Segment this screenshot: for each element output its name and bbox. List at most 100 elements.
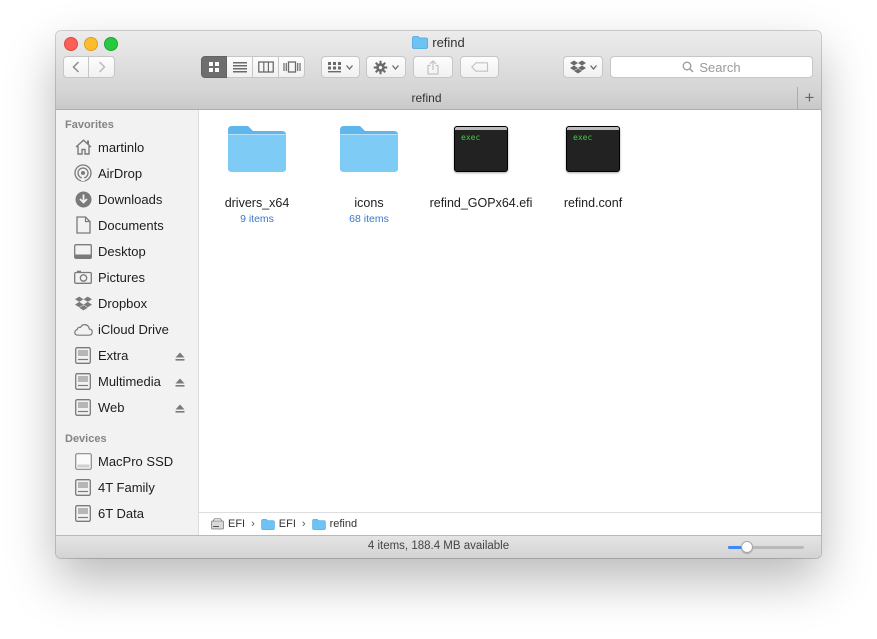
file-item-count: 9 items [240, 213, 274, 225]
sidebar-item-downloads[interactable]: Downloads [73, 188, 191, 210]
airdrop-icon [73, 164, 93, 182]
folder-icon [228, 126, 286, 172]
sidebar-item-dropbox[interactable]: Dropbox [73, 292, 191, 314]
downloads-icon [73, 190, 93, 208]
sidebar-item-4t-family[interactable]: 4T Family [73, 476, 191, 498]
chevron-right-icon: › [301, 518, 306, 530]
columns-icon [257, 61, 274, 73]
icon-size-slider[interactable] [728, 546, 804, 549]
sidebar-item-label: Extra [98, 347, 129, 363]
share-icon [427, 59, 439, 75]
chevron-right-icon [98, 61, 106, 73]
file-browser[interactable]: drivers_x64 9 items icons 68 items exec … [199, 110, 821, 512]
chevron-down-icon [392, 64, 399, 70]
sidebar-item-label: Multimedia [98, 373, 161, 389]
search-field[interactable]: Search [610, 56, 813, 78]
exec-badge: exec [573, 133, 593, 142]
tab-refind[interactable]: refind [56, 91, 797, 105]
file-item-count: 68 items [349, 213, 389, 225]
icon-view-button[interactable] [201, 56, 227, 78]
exec-badge: exec [461, 133, 481, 142]
column-view-button[interactable] [253, 56, 279, 78]
sidebar-item-macpro-ssd[interactable]: MacPro SSD [73, 450, 191, 472]
list-view-button[interactable] [227, 56, 253, 78]
view-mode-control [201, 56, 305, 78]
back-button[interactable] [63, 56, 89, 78]
sidebar-item-documents[interactable]: Documents [73, 214, 191, 236]
path-crumb-refind[interactable]: refind [311, 518, 357, 530]
drive-icon [73, 478, 93, 496]
eject-icon[interactable] [175, 401, 185, 416]
sidebar-item-martinlo[interactable]: martinlo [73, 136, 191, 158]
dropbox-icon [73, 294, 93, 312]
path-crumb-efi-volume[interactable]: EFI [211, 518, 245, 530]
drive-icon [73, 504, 93, 522]
dropbox-toolbar-button[interactable] [563, 56, 603, 78]
sidebar-item-extra[interactable]: Extra [73, 344, 191, 366]
sidebar-item-web[interactable]: Web [73, 396, 191, 418]
status-text: 4 items, 188.4 MB available [367, 540, 510, 552]
title-bar: refind Search [56, 31, 821, 88]
eject-icon[interactable] [175, 349, 185, 364]
search-icon [682, 61, 694, 73]
drive-icon [211, 518, 224, 530]
finder-window: refind Search refind + Favorites martinl… [56, 31, 821, 558]
sidebar-item-multimedia[interactable]: Multimedia [73, 370, 191, 392]
file-name: refind_GOPx64.efi [429, 196, 533, 210]
sidebar-item-label: 6T Data [98, 505, 145, 521]
tags-button[interactable] [460, 56, 499, 78]
camera-icon [73, 268, 93, 286]
file-item-refind-conf[interactable]: exec refind.conf [537, 124, 649, 210]
action-button[interactable] [366, 56, 406, 78]
folder-icon [311, 518, 326, 530]
path-bar: EFI › EFI › refind [199, 512, 821, 535]
file-item-refind-gopx64-efi[interactable]: exec refind_GOPx64.efi [425, 124, 537, 210]
sidebar-item-airdrop[interactable]: AirDrop [73, 162, 191, 184]
terminal-exec-icon: exec [566, 126, 620, 172]
file-name: refind.conf [563, 196, 623, 210]
sidebar-item-label: Documents [98, 217, 164, 233]
sidebar-item-desktop[interactable]: Desktop [73, 240, 191, 262]
internal-drive-icon [73, 452, 93, 470]
share-button[interactable] [413, 56, 453, 78]
documents-icon [73, 216, 93, 234]
list-icon [232, 62, 247, 73]
slider-knob[interactable] [741, 541, 753, 553]
sidebar-item-label: 4T Family [98, 479, 155, 495]
sidebar-item-label: martinlo [98, 139, 145, 155]
folder-icon [340, 126, 398, 172]
sidebar-item-label: iCloud Drive [98, 321, 169, 337]
cloud-icon [73, 320, 93, 338]
sidebar-item-pictures[interactable]: Pictures [73, 266, 191, 288]
chevron-down-icon [589, 64, 597, 70]
file-item-drivers-x64[interactable]: drivers_x64 9 items [201, 124, 313, 225]
chevron-left-icon [72, 61, 80, 73]
chevron-right-icon: › [251, 518, 255, 530]
sidebar-item-label: Desktop [98, 243, 146, 259]
file-item-icons[interactable]: icons 68 items [313, 124, 425, 225]
file-name: icons [354, 196, 384, 210]
folder-icon [412, 36, 429, 52]
search-placeholder: Search [699, 59, 741, 75]
cover-flow-button[interactable] [279, 56, 305, 78]
sidebar-item-label: Dropbox [98, 295, 148, 311]
sidebar-item-label: Downloads [98, 191, 163, 207]
new-tab-button[interactable]: + [797, 87, 821, 109]
sidebar-section-devices: Devices [65, 433, 107, 445]
nav-buttons [63, 56, 115, 78]
path-crumb-label: EFI [228, 518, 246, 530]
forward-button[interactable] [89, 56, 115, 78]
folder-icon [261, 518, 275, 530]
path-crumb-efi-folder[interactable]: EFI [261, 518, 296, 530]
sidebar-item-6t-data[interactable]: 6T Data [73, 502, 191, 524]
sidebar-item-label: Web [98, 399, 125, 415]
sidebar-item-icloud-drive[interactable]: iCloud Drive [73, 318, 191, 340]
arrange-button[interactable] [321, 56, 360, 78]
eject-icon[interactable] [175, 375, 185, 390]
window-title-text: refind [432, 35, 465, 50]
home-icon [73, 138, 93, 156]
dropbox-icon [569, 60, 586, 74]
grid-icon [209, 62, 219, 72]
path-crumb-label: EFI [278, 518, 296, 530]
chevron-down-icon [346, 64, 353, 70]
